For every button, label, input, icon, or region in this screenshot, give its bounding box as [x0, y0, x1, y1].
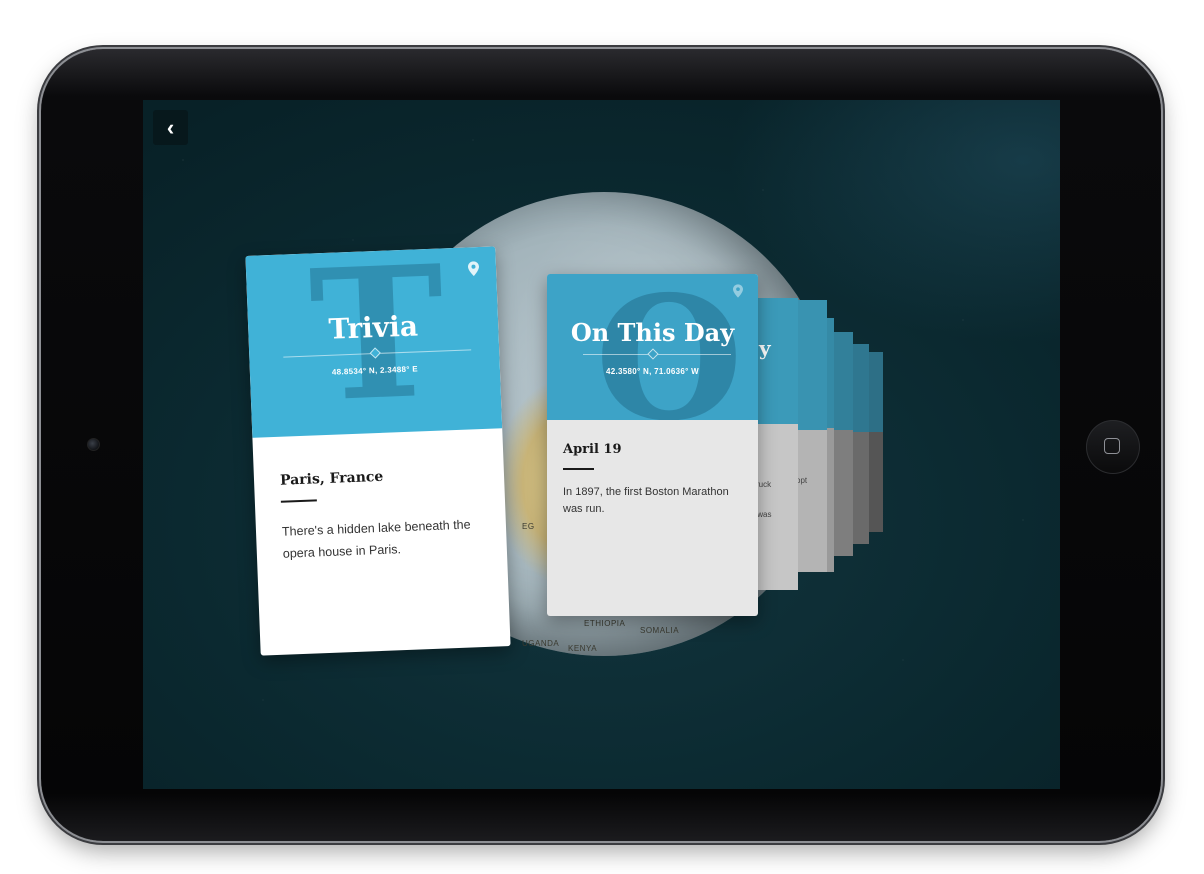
divider-short: [563, 468, 594, 470]
card-title: Trivia: [328, 309, 419, 346]
card-fact: There's a hidden lake beneath the opera …: [281, 517, 471, 561]
card-place: Paris, France: [279, 468, 384, 489]
card-fact: In 1897, the first Boston Marathon was r…: [563, 486, 729, 515]
home-button[interactable]: [1086, 420, 1140, 474]
on-this-day-card[interactable]: O On This Day 42.3580° N, 71.0636° W Apr…: [547, 274, 758, 616]
chevron-left-icon: ‹: [166, 114, 175, 140]
globe-label: UGANDA: [522, 639, 560, 648]
screen: ‹ ETHIOPIA SOMALIA UGANDA KENYA EG opt y…: [143, 100, 1060, 789]
front-camera: [87, 438, 100, 451]
card-body: April 19 In 1897, the first Boston Marat…: [547, 420, 758, 616]
card-header: T Trivia 48.8534° N, 2.3488° E: [245, 246, 503, 438]
card-place: April 19: [563, 442, 622, 457]
map-pin-icon[interactable]: [467, 261, 480, 277]
stacked-card-title-fragment: y: [759, 336, 771, 360]
card-coordinates: 42.3580° N, 71.0636° W: [605, 367, 700, 376]
card-title: On This Day: [570, 318, 735, 347]
map-pin-icon[interactable]: [733, 284, 743, 298]
card-watermark-letter: O: [595, 274, 744, 420]
card-header: O On This Day 42.3580° N, 71.0636° W: [547, 274, 758, 420]
card-body: Paris, France There's a hidden lake bene…: [252, 428, 510, 655]
divider-short: [280, 499, 317, 503]
trivia-card[interactable]: T Trivia 48.8534° N, 2.3488° E Paris, Fr…: [245, 246, 511, 656]
globe-label: SOMALIA: [640, 626, 680, 635]
globe-label: KENYA: [568, 644, 598, 653]
back-button[interactable]: ‹: [153, 110, 188, 145]
globe-label: ETHIOPIA: [584, 619, 626, 628]
globe-label: EG: [522, 522, 535, 531]
home-square-icon: [1104, 438, 1120, 454]
stacked-card-text: ruck: [756, 480, 772, 489]
